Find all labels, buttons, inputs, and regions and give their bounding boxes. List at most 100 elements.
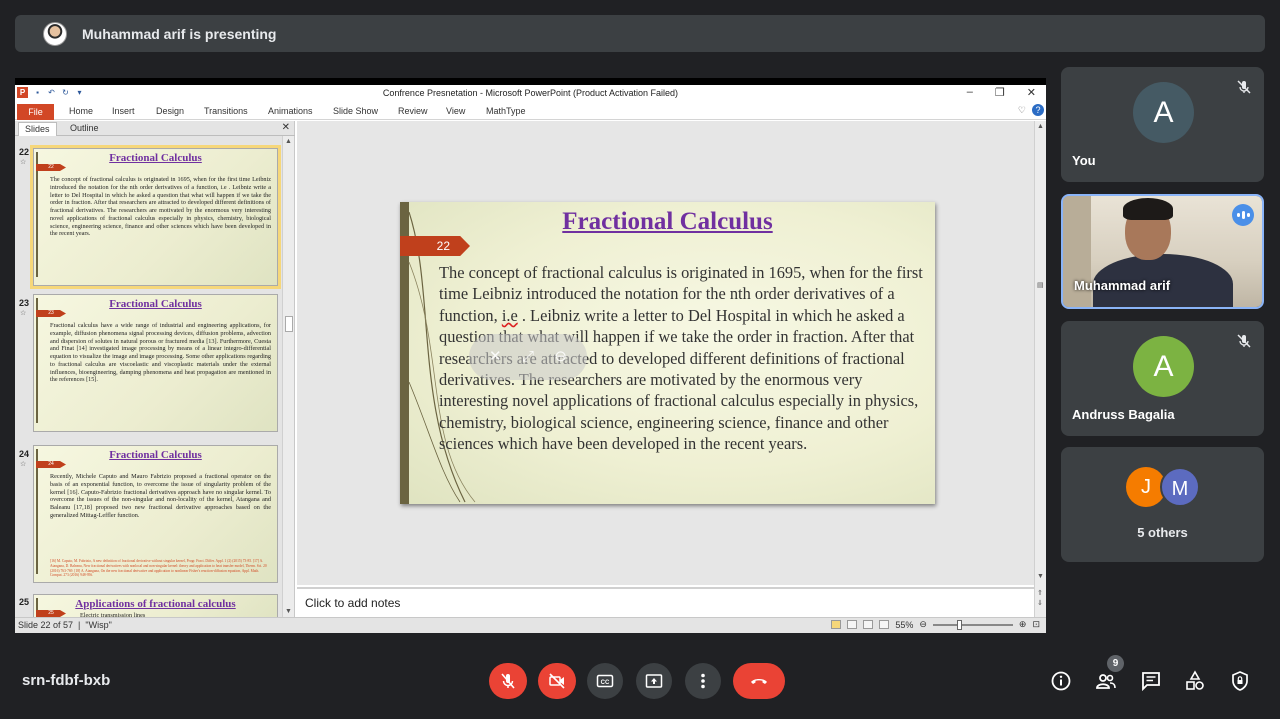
thumb-number: 23: [19, 298, 30, 308]
pin-off-icon[interactable]: ✕: [486, 348, 504, 366]
tab-transitions[interactable]: Transitions: [204, 106, 248, 116]
help-icon[interactable]: ?: [1032, 104, 1044, 116]
thumb-title: Fractional Calculus: [109, 298, 202, 310]
people-count-badge: 9: [1107, 655, 1124, 672]
zoom-out-icon[interactable]: ⊖: [919, 619, 927, 630]
slide-sorter-button[interactable]: [847, 620, 858, 629]
thumb-number: 24: [19, 449, 30, 459]
ribbon-collapse-icon[interactable]: ♡: [1018, 105, 1026, 116]
window-title: Confrence Presnetation - Microsoft Power…: [382, 88, 679, 98]
thumb-tag: 23: [36, 310, 66, 317]
scroll-thumb[interactable]: [285, 316, 293, 332]
avatar: A: [1133, 82, 1194, 143]
tab-file[interactable]: File: [17, 104, 54, 120]
thumb-tag: 22: [36, 164, 66, 171]
zoom-level[interactable]: 55%: [895, 620, 913, 630]
zoom-slider[interactable]: [932, 619, 1013, 630]
body-text-misspelled: i.e: [501, 305, 518, 325]
present-screen-icon: [645, 674, 663, 688]
previous-slide-icon[interactable]: ⇑: [1037, 589, 1043, 597]
avatar: M: [1160, 467, 1200, 507]
tab-home[interactable]: Home: [69, 106, 93, 116]
fit-slide-icon[interactable]: ⊡: [1032, 619, 1040, 630]
normal-view-button[interactable]: [831, 620, 842, 629]
slide-thumbnail[interactable]: 24 Fractional Calculus Recently, Michele…: [33, 445, 278, 583]
slide-scrollbar[interactable]: ▲ ▤ ▼ ⇑ ⇓: [1034, 121, 1046, 617]
zoom-in-icon[interactable]: ⊕: [1019, 619, 1027, 630]
host-controls-icon[interactable]: [1229, 670, 1251, 692]
tab-insert[interactable]: Insert: [112, 106, 135, 116]
meeting-details-icon[interactable]: [1050, 670, 1072, 692]
scroll-down-icon[interactable]: ▼: [1037, 573, 1044, 580]
panel-scrollbar[interactable]: ▲ ▼: [282, 136, 294, 617]
mic-off-icon: [1237, 80, 1251, 94]
camera-off-icon: [549, 673, 565, 689]
thumb-body: Fractional calculus have a wide range of…: [50, 322, 271, 384]
notes-placeholder: Click to add notes: [305, 596, 401, 610]
shared-screen: P ▪ ↶ ↻ ▾ Confrence Presnetation - Micro…: [15, 78, 1046, 633]
slide-number-tag: 22: [400, 236, 470, 256]
slide-thumbnail[interactable]: 22 Fractional Calculus The concept of fr…: [30, 145, 281, 289]
presenting-banner: Muhammad arif is presenting: [15, 15, 1265, 52]
people-icon[interactable]: [1095, 670, 1117, 692]
avatar: A: [1133, 336, 1194, 397]
tab-animations[interactable]: Animations: [268, 106, 313, 116]
participant-name: You: [1072, 153, 1096, 168]
transition-star-icon: ☆: [20, 159, 27, 166]
slide-title[interactable]: Fractional Calculus: [400, 208, 935, 236]
tab-view[interactable]: View: [446, 106, 465, 116]
meeting-code: srn-fdbf-bxb: [22, 672, 111, 689]
scroll-up-icon[interactable]: ▲: [1037, 123, 1044, 130]
slides-panel: Slides Outline ✕ 22 ☆ 22 Fractional Calc…: [15, 121, 295, 624]
slide-counter: Slide 22 of 57: [18, 620, 74, 630]
next-slide-icon[interactable]: ⇓: [1037, 599, 1043, 607]
present-now-button[interactable]: [636, 663, 672, 699]
tab-design[interactable]: Design: [156, 106, 184, 116]
zoom-icon[interactable]: ⊖: [552, 348, 570, 366]
participant-tile[interactable]: Muhammad arif: [1061, 194, 1264, 309]
presenter-avatar: [43, 21, 67, 46]
mic-toggle-button[interactable]: [489, 663, 527, 699]
captions-button[interactable]: CC: [587, 663, 623, 699]
close-icon[interactable]: ✕: [1027, 86, 1036, 99]
activities-icon[interactable]: [1184, 670, 1206, 692]
participant-tile[interactable]: A Andruss Bagalia: [1061, 321, 1264, 436]
participant-tile[interactable]: A You: [1061, 67, 1264, 182]
thumb-body: The concept of fractional calculus is or…: [50, 176, 271, 238]
fullscreen-icon[interactable]: ⤢: [519, 348, 537, 366]
tab-mathtype[interactable]: MathType: [486, 106, 526, 116]
mic-off-icon: [1237, 334, 1251, 348]
tab-review[interactable]: Review: [398, 106, 428, 116]
presentation-overlay-controls: ✕ ⤢ ⊖: [469, 334, 587, 380]
thumb-number: 22: [19, 147, 30, 157]
participant-name: Andruss Bagalia: [1072, 407, 1175, 422]
thumb-body: Recently, Michele Caputo and Mauro Fabri…: [50, 473, 271, 519]
camera-toggle-button[interactable]: [538, 663, 576, 699]
hang-up-icon: [751, 679, 767, 684]
closed-captions-icon: CC: [596, 674, 614, 688]
reading-view-button[interactable]: [863, 620, 874, 629]
scroll-up-icon[interactable]: ▲: [285, 138, 292, 145]
minimize-icon[interactable]: –: [967, 86, 973, 99]
leave-call-button[interactable]: [733, 663, 785, 699]
slideshow-button[interactable]: [879, 620, 890, 629]
close-panel-icon[interactable]: ✕: [282, 122, 290, 133]
thumb-tag: 25: [36, 610, 66, 617]
svg-text:CC: CC: [601, 680, 610, 686]
scroll-thumb[interactable]: ▤: [1037, 281, 1044, 289]
slide-thumbnail[interactable]: 23 Fractional Calculus Fractional calcul…: [33, 294, 278, 432]
tab-outline[interactable]: Outline: [64, 122, 105, 136]
speaking-indicator-icon: [1232, 204, 1254, 226]
transition-star-icon: ☆: [20, 310, 27, 317]
restore-icon[interactable]: ❐: [995, 86, 1005, 99]
transition-star-icon: ☆: [20, 461, 27, 468]
chat-icon[interactable]: [1140, 670, 1162, 692]
tab-slide-show[interactable]: Slide Show: [333, 106, 378, 116]
more-vert-icon: [701, 673, 705, 689]
others-tile[interactable]: J M 5 others: [1061, 447, 1264, 562]
scroll-down-icon[interactable]: ▼: [285, 608, 292, 615]
notes-pane[interactable]: Click to add notes: [297, 587, 1034, 617]
tab-slides[interactable]: Slides: [18, 122, 57, 136]
more-options-button[interactable]: [685, 663, 721, 699]
presenting-label: Muhammad arif is presenting: [82, 25, 277, 42]
